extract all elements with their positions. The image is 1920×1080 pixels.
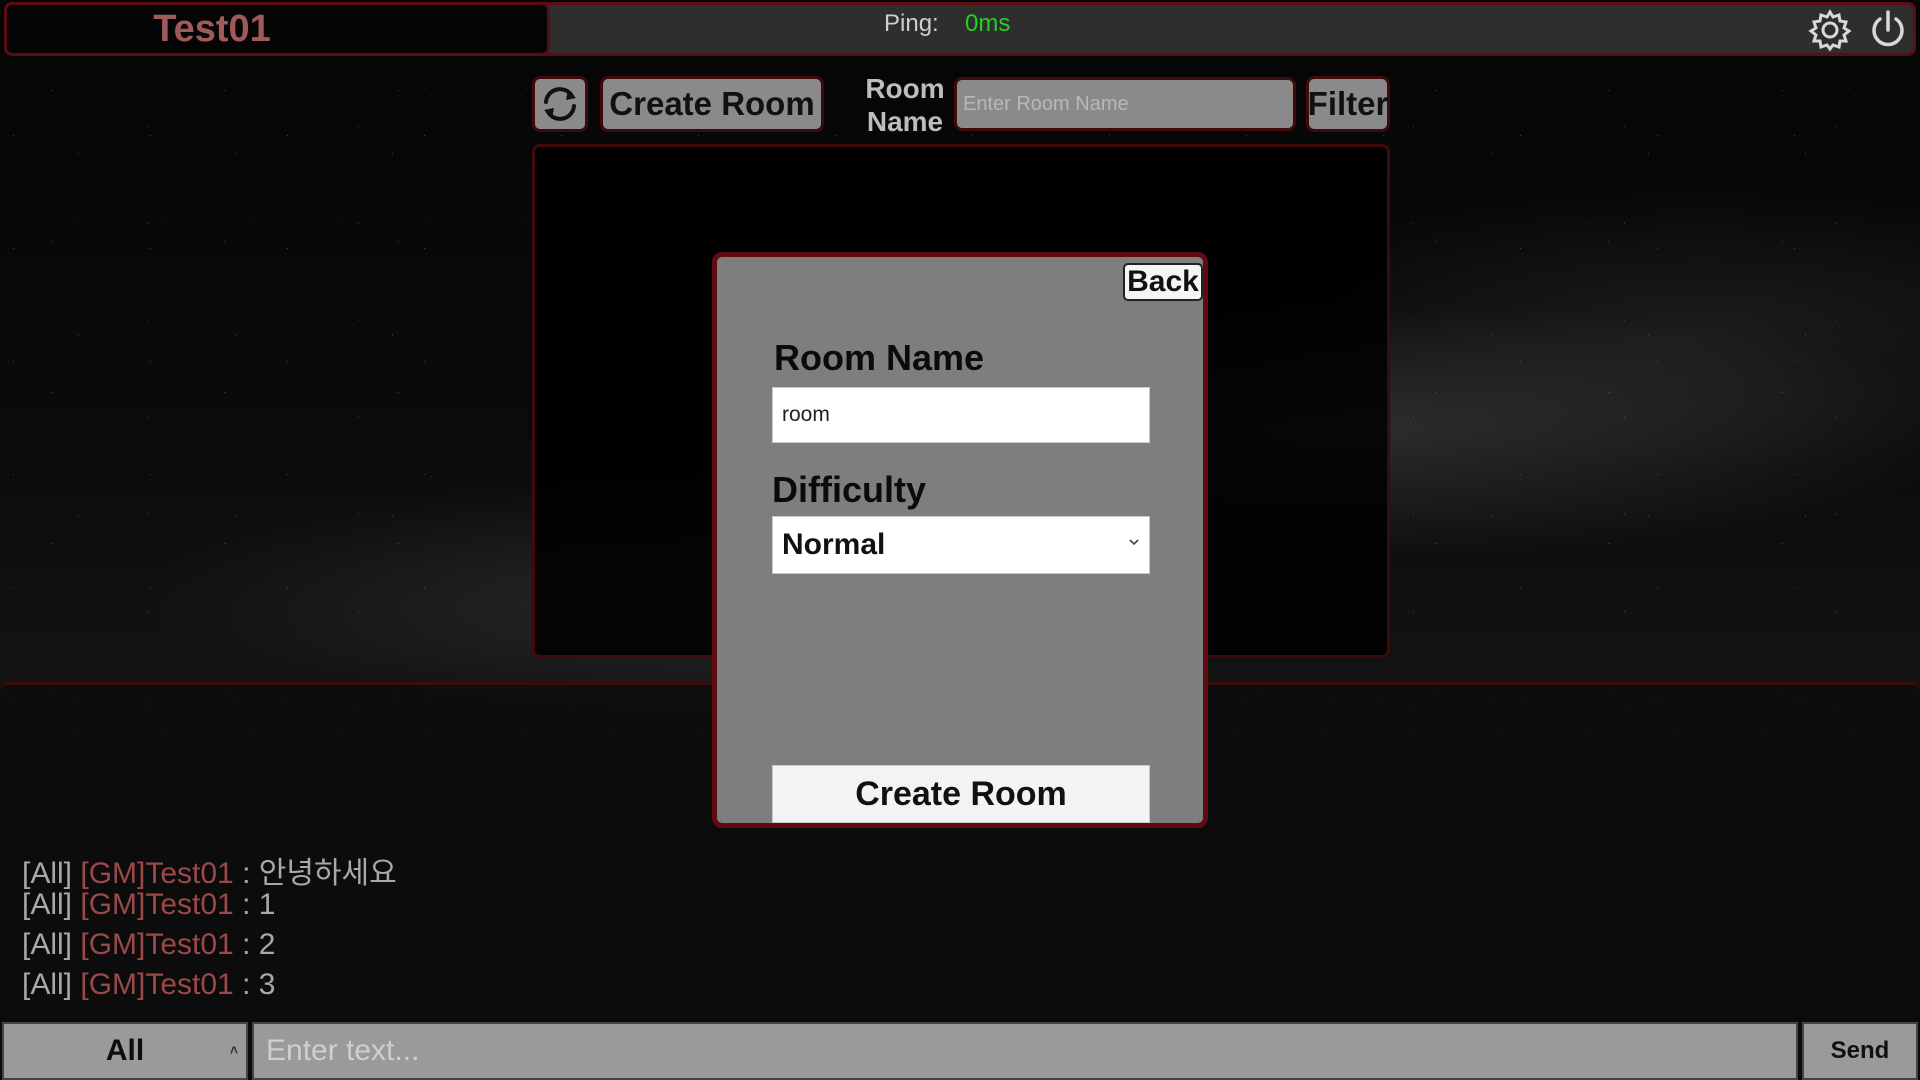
chat-text: : 3 bbox=[233, 968, 276, 1001]
chat-sender: [GM]Test01 bbox=[80, 888, 234, 921]
chat-input[interactable]: Enter text... bbox=[252, 1022, 1798, 1080]
player-name: Test01 bbox=[153, 7, 271, 50]
room-name-input[interactable]: room bbox=[772, 387, 1150, 443]
chat-input-bar: All ˄ Enter text... Send bbox=[0, 1020, 1920, 1080]
refresh-icon bbox=[544, 87, 576, 121]
chat-channel: [All] bbox=[22, 928, 73, 961]
chat-message: [All] [GM]Test01 : 1 bbox=[22, 888, 397, 928]
ping-label: Ping: bbox=[884, 10, 939, 37]
chat-channel: [All] bbox=[22, 857, 73, 890]
chat-text: : 2 bbox=[233, 928, 276, 961]
create-room-button[interactable]: Create Room bbox=[600, 76, 824, 132]
chat-text: : 1 bbox=[233, 888, 276, 921]
ping-value: 0ms bbox=[965, 10, 1011, 37]
create-room-submit-button[interactable]: Create Room bbox=[772, 765, 1150, 823]
difficulty-value: Normal bbox=[782, 528, 886, 561]
filter-button[interactable]: Filter bbox=[1306, 76, 1390, 132]
room-name-filter-input[interactable]: Enter Room Name bbox=[954, 77, 1296, 131]
room-name-filter-label: Room Name bbox=[865, 73, 945, 137]
chat-sender: [GM]Test01 bbox=[80, 928, 234, 961]
chat-channel: [All] bbox=[22, 968, 73, 1001]
back-button[interactable]: Back bbox=[1123, 263, 1203, 301]
chevron-up-icon: ˄ bbox=[229, 1042, 238, 1058]
chat-sender: [GM]Test01 bbox=[80, 857, 234, 890]
player-name-tab: Test01 bbox=[4, 2, 550, 56]
chat-channel-select[interactable]: All ˄ bbox=[2, 1022, 248, 1080]
chat-message: [All] [GM]Test01 : 3 bbox=[22, 968, 397, 1008]
chat-channel: [All] bbox=[22, 888, 73, 921]
chat-message: [All] [GM]Test01 : 안녕하세요 bbox=[22, 848, 397, 890]
room-name-label: Room Name bbox=[774, 337, 985, 378]
chat-text: : 안녕하세요 bbox=[233, 857, 397, 890]
chevron-down-icon bbox=[1129, 539, 1139, 546]
create-room-dialog: Back Room Name room Difficulty Normal Cr… bbox=[712, 252, 1208, 828]
send-button[interactable]: Send bbox=[1802, 1022, 1918, 1080]
gear-icon[interactable] bbox=[1808, 8, 1852, 52]
chat-message: [All] [GM]Test01 : 2 bbox=[22, 928, 397, 968]
refresh-button[interactable] bbox=[532, 76, 588, 132]
chat-log: [All] [GM]Test01 : 안녕하세요 [All] [GM]Test0… bbox=[22, 848, 397, 1008]
power-icon[interactable] bbox=[1866, 8, 1910, 52]
difficulty-select[interactable]: Normal bbox=[772, 516, 1150, 574]
chat-sender: [GM]Test01 bbox=[80, 968, 234, 1001]
chat-channel-value: All bbox=[105, 1034, 145, 1067]
difficulty-label: Difficulty bbox=[772, 469, 927, 510]
